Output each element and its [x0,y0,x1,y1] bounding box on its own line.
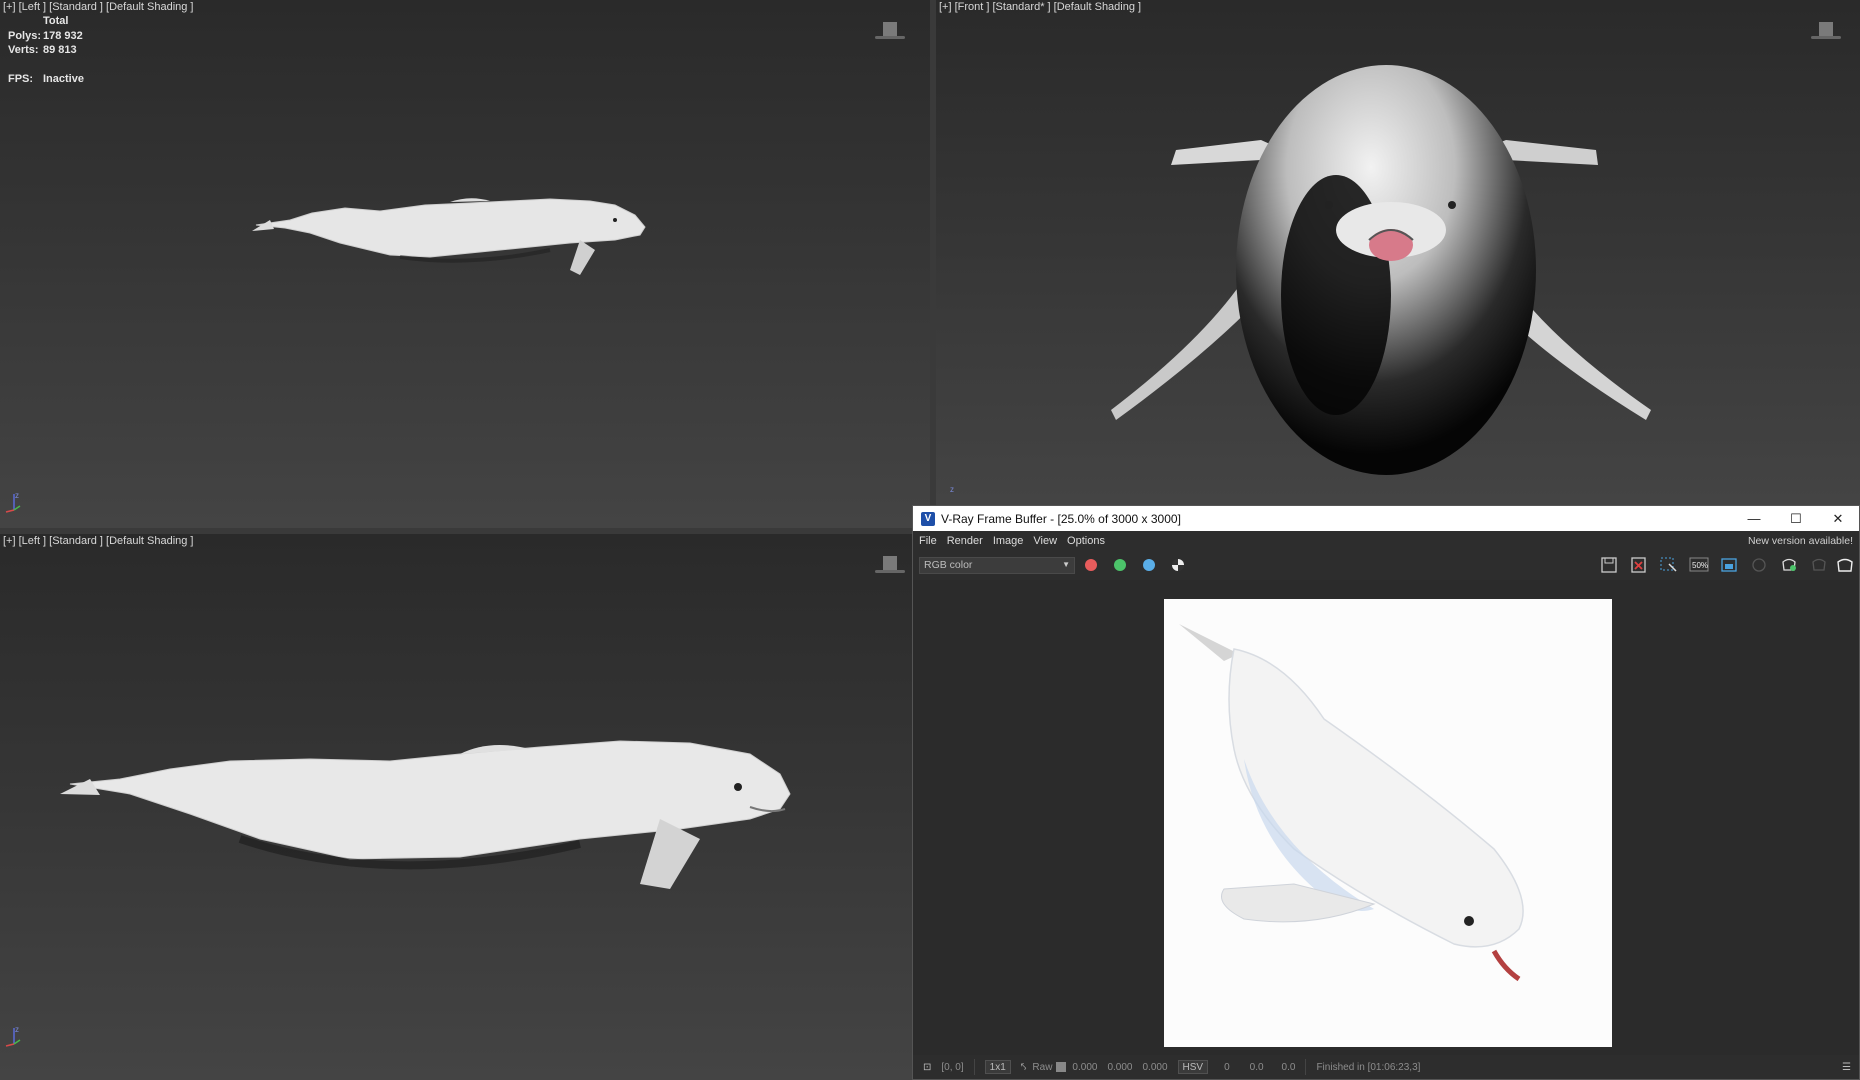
vfb-menu-bar: File Render Image View Options New versi… [913,531,1859,550]
red-channel-toggle[interactable] [1085,559,1097,571]
vray-frame-buffer-window[interactable]: V V-Ray Frame Buffer - [25.0% of 3000 x … [912,505,1860,1080]
region-render-icon[interactable] [1659,556,1679,574]
alpha-channel-icon[interactable] [1172,559,1184,571]
vfb-title: V-Ray Frame Buffer - [25.0% of 3000 x 30… [941,511,1181,526]
chevron-down-icon: ▼ [1062,559,1070,569]
raw-label: Raw [1032,1061,1053,1073]
vfb-status-bar: ⊡ [0, 0] 1x1 ⤣ Raw 0.000 0.000 0.000 HSV… [913,1055,1859,1079]
render-last-disabled-icon[interactable] [1749,556,1769,574]
pixel-ratio-select[interactable]: 1x1 [984,1060,1011,1074]
viewport-label[interactable]: [+] [Left ] [Standard ] [Default Shading… [3,1,193,13]
scene-stats: Total Polys: 178 932 Verts: 89 813 FPS: Ina… [8,14,84,86]
menu-render[interactable]: Render [947,535,983,547]
viewcube-icon[interactable] [875,554,905,576]
raw-value-b: 0.000 [1142,1061,1168,1073]
interactive-render-disabled-icon[interactable] [1809,556,1829,574]
vfb-title-bar[interactable]: V V-Ray Frame Buffer - [25.0% of 3000 x … [913,506,1859,531]
axis-z-label: z [950,485,954,494]
hsv-v: 0.0 [1281,1061,1296,1073]
color-picker-icon[interactable]: ⤣ [1021,1062,1027,1073]
stats-fps-value: Inactive [43,72,84,85]
raw-swatch [1056,1062,1067,1072]
axis-gizmo-icon: z [950,485,954,494]
viewport-label[interactable]: [+] [Front ] [Standard* ] [Default Shadi… [939,1,1141,13]
zoom-50-icon[interactable]: 50% [1689,556,1709,574]
menu-view[interactable]: View [1033,535,1057,547]
zoom-50-label: 50% [1692,561,1708,570]
blue-channel-toggle[interactable] [1143,559,1155,571]
color-mode-select[interactable]: HSV [1177,1060,1209,1074]
whale-model-left-large[interactable] [60,699,870,909]
channel-select-value: RGB color [924,559,973,571]
vray-logo-icon: V [921,511,935,526]
viewport-left-top[interactable]: [+] [Left ] [Standard ] [Default Shading… [0,0,930,528]
render-teapot-icon[interactable] [1779,556,1799,574]
minimize-icon[interactable]: — [1733,506,1775,531]
stats-verts-value: 89 813 [43,44,77,56]
whale-model-left-small[interactable] [250,195,700,300]
whale-render [1179,624,1524,982]
channel-select[interactable]: RGB color ▼ [919,556,1075,574]
clear-image-icon[interactable] [1629,556,1649,574]
green-channel-toggle[interactable] [1114,559,1126,571]
rendered-image [1164,599,1612,1047]
axis-z-label: z [15,1025,19,1034]
stats-polys-value: 178 932 [43,29,83,42]
log-icon[interactable]: ☰ [1842,1062,1851,1073]
stats-polys-key: Polys: [8,29,42,42]
menu-options[interactable]: Options [1067,535,1105,547]
stats-fps-key: FPS: [8,72,34,85]
axis-z-label: z [15,491,19,500]
menu-file[interactable]: File [919,535,937,547]
stats-total-label: Total [43,15,69,27]
raw-value-r: 0.000 [1072,1061,1098,1073]
pixel-coords: [0, 0] [941,1061,964,1073]
stats-verts-key: Verts: [8,44,39,56]
menu-image[interactable]: Image [993,535,1024,547]
pin-icon[interactable]: ⊡ [923,1062,931,1073]
viewcube-icon[interactable] [875,20,905,42]
maximize-icon[interactable]: ☐ [1775,506,1817,531]
hsv-s: 0.0 [1249,1061,1264,1073]
track-mouse-icon[interactable] [1719,556,1739,574]
axis-gizmo-icon: z [5,491,21,513]
render-icon[interactable] [1835,556,1855,574]
vfb-toolbar: RGB color ▼ 50% [913,550,1859,580]
raw-value-g: 0.000 [1107,1061,1133,1073]
save-icon[interactable] [1599,556,1619,574]
viewport-front[interactable]: [+] [Front ] [Standard* ] [Default Shadi… [936,0,1860,505]
whale-model-front[interactable] [1086,40,1686,485]
axis-gizmo-icon: z [5,1025,21,1047]
render-time: Finished in [01:06:23,3] [1316,1061,1421,1073]
hsv-h: 0 [1224,1061,1230,1073]
new-version-link[interactable]: New version available! [1748,535,1853,547]
viewcube-icon[interactable] [1811,20,1841,42]
viewport-left-bottom[interactable]: [+] [Left ] [Standard ] [Default Shading… [0,534,912,1080]
render-canvas[interactable] [913,581,1859,1047]
close-icon[interactable]: ✕ [1817,506,1859,531]
viewport-label[interactable]: [+] [Left ] [Standard ] [Default Shading… [3,535,193,547]
